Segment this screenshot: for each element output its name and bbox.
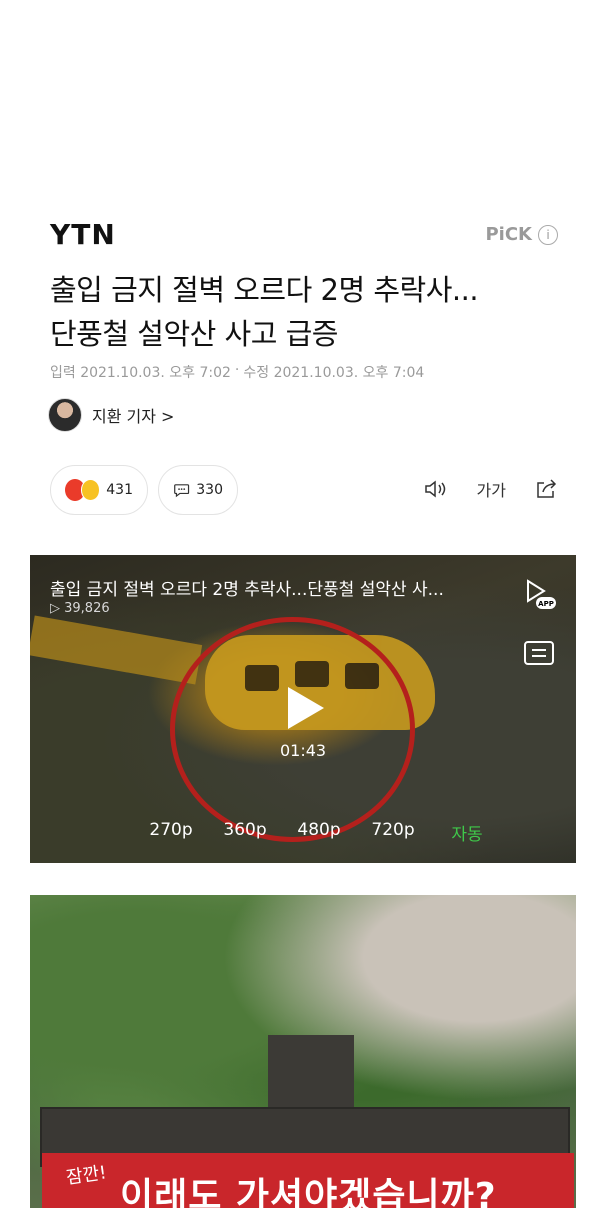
article-actions: 431 330 가가 — [50, 465, 558, 515]
app-play-icon[interactable]: APP — [522, 577, 558, 613]
laugh-emoji-icon — [80, 479, 101, 501]
video-views: ▷ 39,826 — [50, 601, 110, 616]
video-player[interactable]: 출입 금지 절벽 오르다 2명 추락사...단풍철 설악산 사... ▷ 39,… — [30, 555, 576, 863]
date-separator: · — [234, 362, 240, 378]
reporter-link[interactable]: 지환 기자 > — [48, 398, 174, 432]
highlight-circle — [170, 617, 415, 842]
resolution-360p[interactable]: 360p — [208, 820, 282, 845]
play-icon[interactable] — [288, 687, 324, 729]
pick-label: PiCK — [485, 224, 532, 245]
resolution-480p[interactable]: 480p — [282, 820, 356, 845]
comment-icon — [174, 484, 190, 498]
sign-main-text: 이래도 가셔야겠습니까? — [120, 1176, 497, 1208]
ytn-logo[interactable]: YTN — [50, 218, 116, 251]
modified-date: 수정 2021.10.03. 오후 7:04 — [243, 365, 425, 381]
headline-line-2: 단풍철 설악산 사고 급증 — [50, 317, 338, 351]
resolution-270p[interactable]: 270p — [134, 820, 208, 845]
sign-small-text: 잠깐! — [64, 1162, 108, 1189]
reaction-count: 431 — [106, 482, 133, 498]
app-badge: APP — [538, 600, 554, 608]
published-date: 입력 2021.10.03. 오후 7:02 — [50, 365, 231, 381]
article-headline: 출입 금지 절벽 오르다 2명 추락사... 단풍철 설악산 사고 급증 — [50, 268, 574, 356]
resolution-options: 270p 360p 480p 720p 자동 — [134, 820, 504, 845]
info-icon[interactable]: i — [538, 224, 558, 245]
article-header: YTN PiCK i — [50, 218, 558, 252]
comment-button[interactable]: 330 — [158, 465, 238, 515]
pick-badge[interactable]: PiCK i — [485, 224, 558, 245]
warning-sign: 잠깐! 이래도 가셔야겠습니까? — [42, 1153, 574, 1208]
comment-count: 330 — [196, 482, 223, 498]
reporter-name: 지환 기자 > — [92, 407, 175, 426]
article-dates: 입력 2021.10.03. 오후 7:02 · 수정 2021.10.03. … — [50, 362, 424, 382]
resolution-720p[interactable]: 720p — [356, 820, 430, 845]
article-photo: 잠깐! 이래도 가셔야겠습니까? — [30, 895, 576, 1208]
video-duration: 01:43 — [280, 741, 327, 760]
speaker-icon[interactable] — [423, 478, 449, 500]
reaction-button[interactable]: 431 — [50, 465, 148, 515]
resolution-auto[interactable]: 자동 — [430, 820, 504, 845]
playlist-icon[interactable] — [524, 641, 554, 665]
reporter-avatar — [48, 398, 82, 432]
font-size-button[interactable]: 가가 — [477, 477, 506, 501]
headline-line-1: 출입 금지 절벽 오르다 2명 추락사... — [50, 273, 479, 307]
share-icon[interactable] — [534, 478, 558, 500]
article-tools: 가가 — [423, 477, 558, 501]
helicopter-tail — [30, 615, 203, 685]
video-title: 출입 금지 절벽 오르다 2명 추락사...단풍철 설악산 사... — [50, 580, 444, 600]
